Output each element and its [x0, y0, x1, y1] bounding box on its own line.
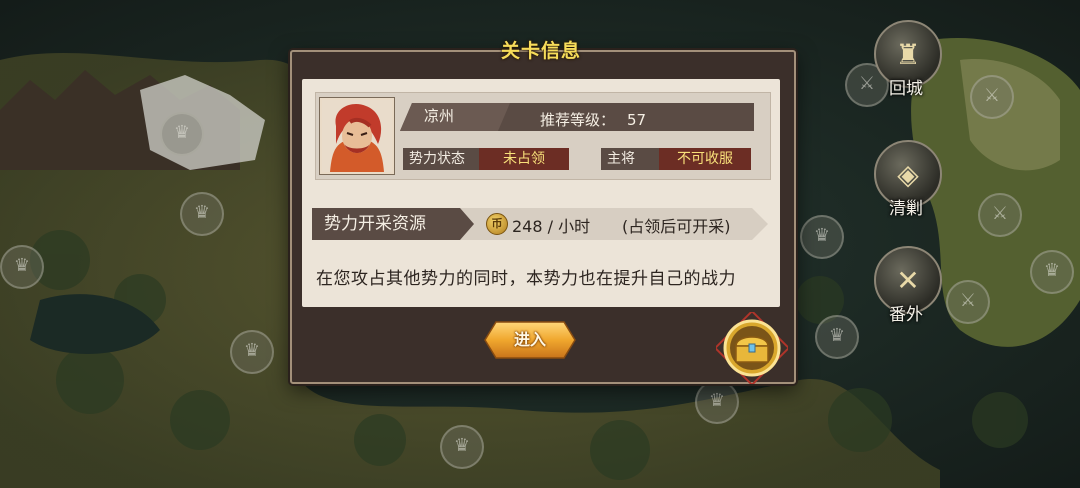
general-value: 不可收服	[659, 148, 751, 170]
region-name-plate	[400, 103, 510, 131]
enter-button-label: 进入	[513, 330, 546, 349]
region-name: 凉州	[424, 107, 455, 125]
side-story-label: 番外	[889, 305, 923, 325]
return-city-label: 回城	[889, 79, 923, 99]
resource-note: (占领后可开采)	[622, 217, 731, 236]
faction-emblem-icon[interactable]: ♛	[695, 380, 739, 424]
faction-emblem-icon[interactable]: ⚔	[970, 75, 1014, 119]
general-portrait	[320, 98, 394, 174]
faction-emblem-icon[interactable]: ⚔	[978, 193, 1022, 237]
treasure-chest-icon[interactable]	[713, 309, 791, 387]
status-value: 未占领	[479, 148, 569, 170]
faction-emblem-icon[interactable]: ♛	[230, 330, 274, 374]
faction-emblem-icon[interactable]: ♛	[815, 315, 859, 359]
faction-emblem-icon[interactable]: ♛	[440, 425, 484, 469]
faction-emblem-icon[interactable]: ♛	[0, 245, 44, 289]
faction-emblem-icon[interactable]: ♛	[160, 112, 204, 156]
faction-emblem-icon[interactable]: ♛	[1030, 250, 1074, 294]
recommended-level-value: 57	[627, 111, 647, 129]
dialog-title: 关卡信息	[500, 40, 581, 62]
sweep-button[interactable]: ◈ 清剿	[866, 138, 946, 219]
resource-rate: 248 / 小时	[512, 217, 591, 236]
faction-emblem-icon[interactable]: ♛	[800, 215, 844, 259]
resource-label: 势力开采资源	[324, 214, 426, 234]
general-label: 主将	[601, 148, 659, 170]
enter-button[interactable]: 进入	[484, 321, 576, 359]
coin-icon: 币	[486, 213, 508, 235]
side-story-button[interactable]: ✕ 番外	[866, 244, 946, 325]
stage-description: 在您攻占其他势力的同时，本势力也在提升自己的战力	[316, 269, 736, 289]
status-label: 势力状态	[403, 148, 479, 170]
sweep-label: 清剿	[889, 199, 923, 219]
faction-emblem-icon[interactable]: ♛	[180, 192, 224, 236]
recommended-level-label: 推荐等级：	[540, 111, 616, 129]
return-city-button[interactable]: ♜ 回城	[866, 18, 946, 99]
faction-emblem-icon[interactable]: ⚔	[946, 280, 990, 324]
